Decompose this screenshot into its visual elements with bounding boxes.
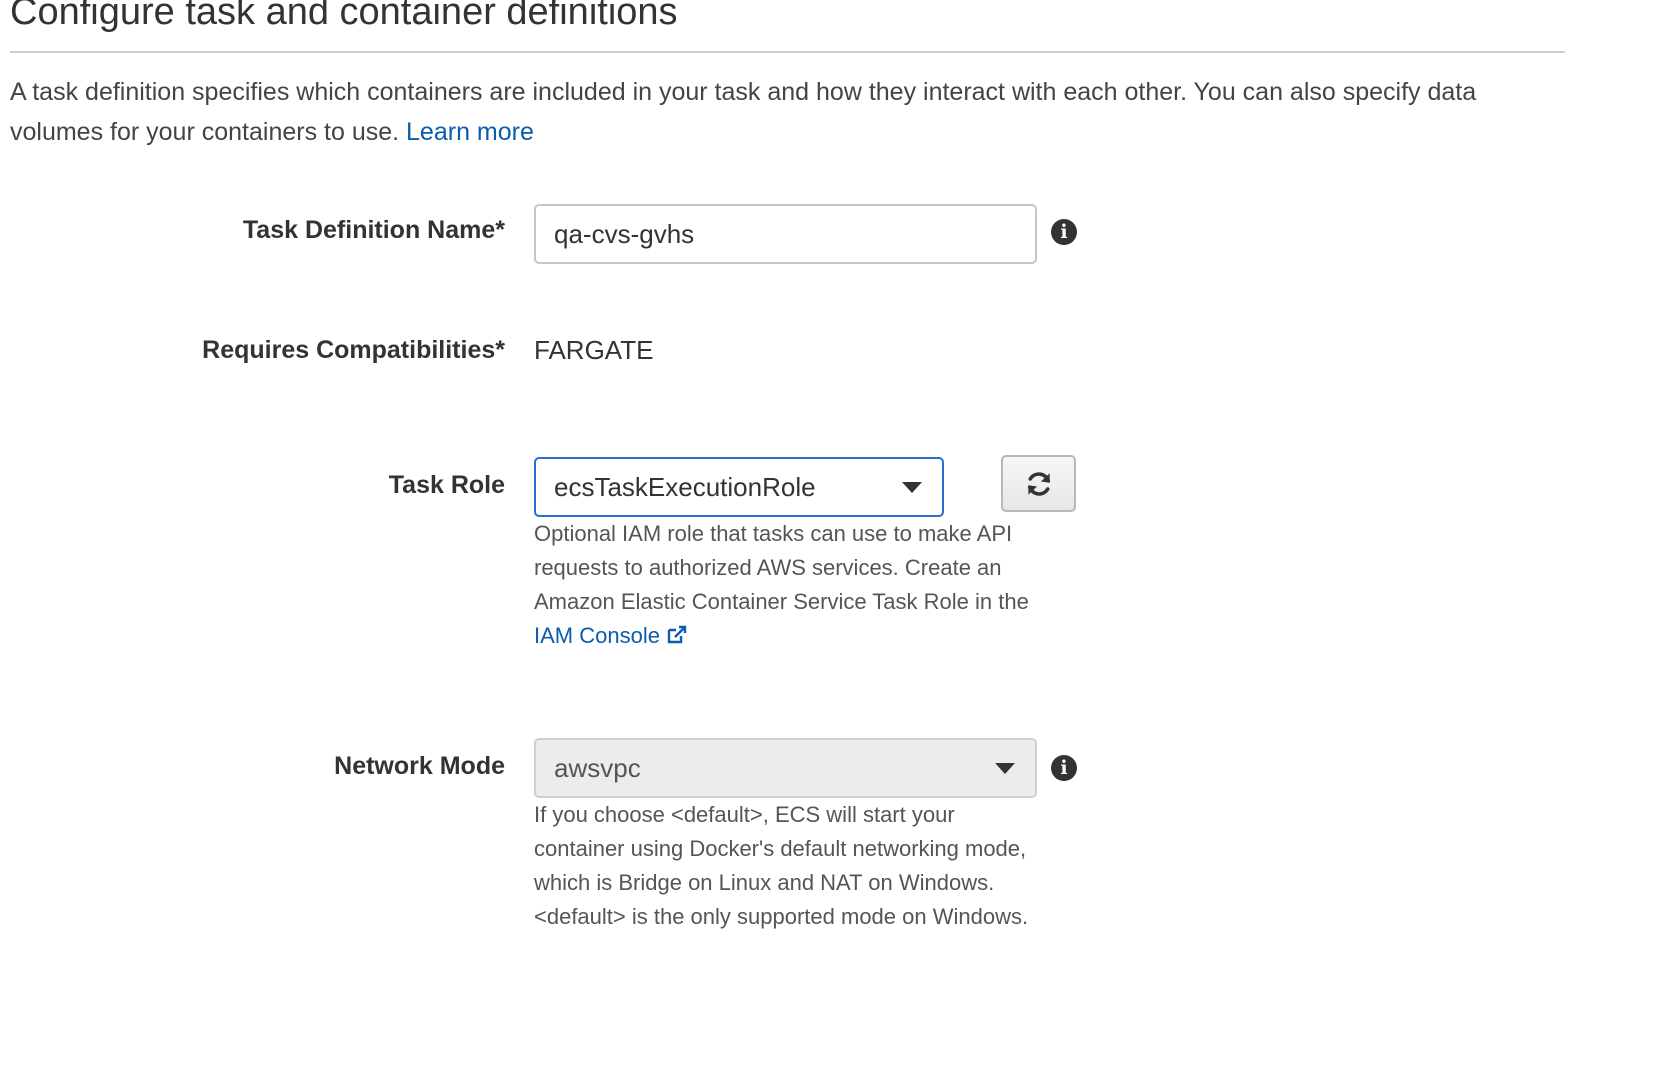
intro-text: A task definition specifies which contai… bbox=[10, 78, 1477, 146]
task-role-help-text: Optional IAM role that tasks can use to … bbox=[534, 517, 1029, 653]
network-mode-label: Network Mode bbox=[334, 752, 505, 780]
iam-console-link-label: IAM Console bbox=[534, 623, 660, 648]
page-title: Configure task and container definitions bbox=[10, 0, 678, 33]
task-definition-name-input[interactable] bbox=[534, 204, 1037, 264]
learn-more-link[interactable]: Learn more bbox=[406, 118, 534, 146]
requires-compatibilities-value: FARGATE bbox=[534, 335, 654, 365]
refresh-button[interactable] bbox=[1001, 455, 1076, 512]
chevron-down-icon bbox=[902, 481, 922, 493]
refresh-icon bbox=[1027, 471, 1050, 496]
task-role-select[interactable]: ecsTaskExecutionRole bbox=[534, 457, 944, 517]
network-mode-selected-value: awsvpc bbox=[554, 752, 641, 783]
network-mode-select[interactable]: awsvpc bbox=[534, 738, 1037, 798]
info-icon[interactable]: i bbox=[1051, 755, 1077, 781]
task-role-label: Task Role bbox=[388, 471, 505, 499]
info-icon[interactable]: i bbox=[1051, 219, 1077, 245]
requires-compatibilities-label: Requires Compatibilities* bbox=[202, 336, 505, 364]
intro-paragraph: A task definition specifies which contai… bbox=[10, 72, 1570, 152]
task-role-help-body: Optional IAM role that tasks can use to … bbox=[534, 521, 1029, 614]
iam-console-link[interactable]: IAM Console bbox=[534, 623, 688, 648]
task-definition-name-label: Task Definition Name* bbox=[242, 216, 505, 244]
task-role-selected-value: ecsTaskExecutionRole bbox=[554, 471, 816, 502]
chevron-down-icon bbox=[995, 762, 1015, 774]
network-mode-help-text: If you choose <default>, ECS will start … bbox=[534, 802, 1029, 929]
external-link-icon bbox=[667, 625, 687, 644]
title-divider bbox=[10, 51, 1565, 53]
